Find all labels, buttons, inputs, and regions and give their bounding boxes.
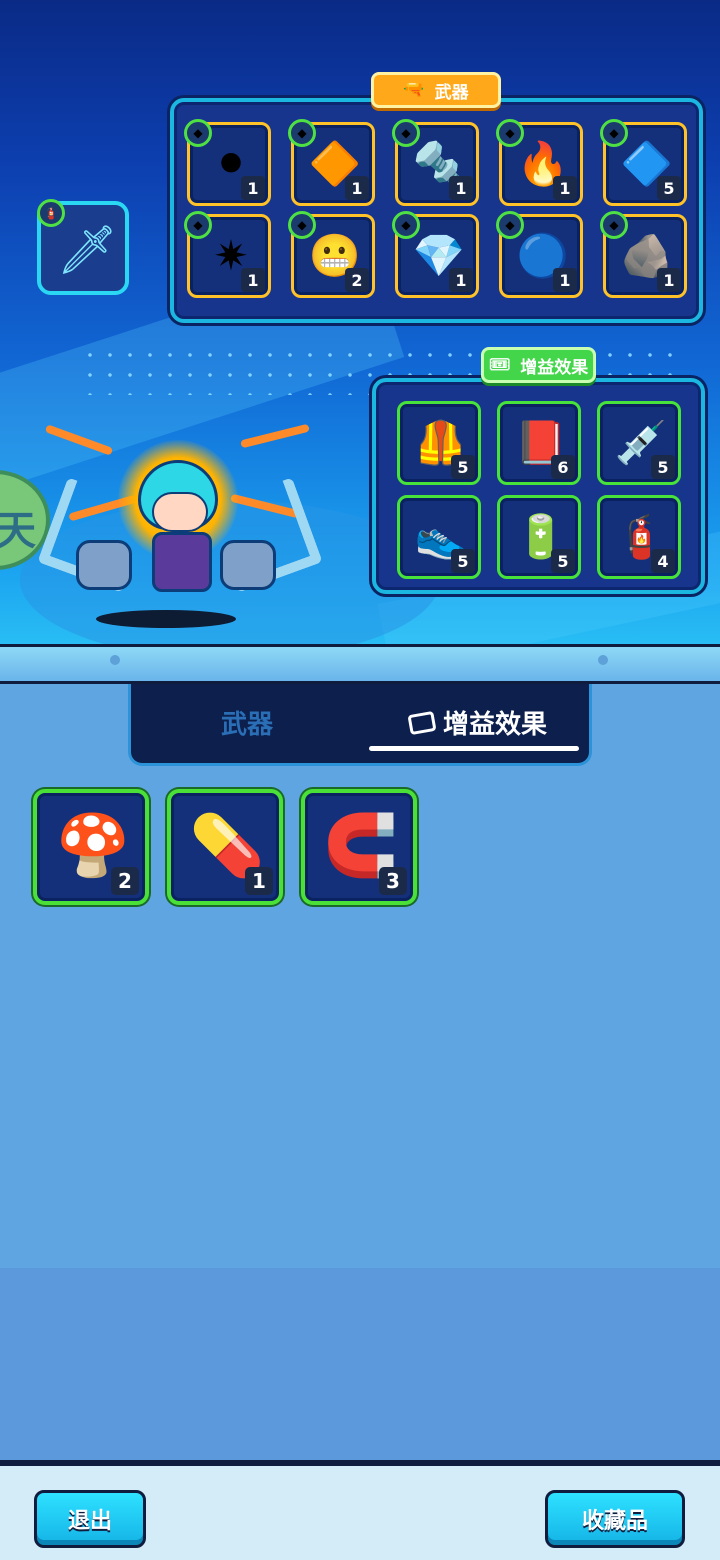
item-count: 5 (657, 176, 681, 200)
item-count: 1 (449, 176, 473, 200)
buff-panel-tag: 🎟 增益效果 (481, 347, 596, 383)
hero-shadow (96, 610, 236, 628)
item-count: 2 (111, 867, 139, 895)
item-count: 1 (245, 867, 273, 895)
buff-slot[interactable]: 🧯 4 (597, 495, 681, 579)
weapon-slot[interactable]: ◆ ✷ 1 (184, 211, 271, 298)
wing-spike (44, 424, 114, 456)
rivet (110, 655, 120, 665)
weapon-slot[interactable]: ◆ ⚫ 1 (184, 119, 271, 206)
buff-slot[interactable]: 💉 5 (597, 401, 681, 485)
item-count: 5 (651, 455, 675, 479)
item-count: 3 (379, 867, 407, 895)
item-count: 1 (553, 268, 577, 292)
weapon-slot[interactable]: ◆ 🔶 1 (288, 119, 375, 206)
weapon-panel-tag: 🔫 武器 (371, 72, 501, 108)
hero-face (152, 492, 208, 532)
item-count: 6 (551, 455, 575, 479)
weapon-slot[interactable]: ◆ 🔩 1 (392, 119, 479, 206)
buff-slot[interactable]: 🦺 5 (397, 401, 481, 485)
inventory-slot[interactable]: 💊 1 (167, 789, 283, 905)
weapon-slot[interactable]: ◆ 🔷 5 (600, 119, 687, 206)
kunai-icon: 🗡 (57, 222, 118, 278)
item-count: 1 (345, 176, 369, 200)
buff-slot[interactable]: 👟 5 (397, 495, 481, 579)
inventory-slot[interactable]: 🍄 2 (33, 789, 149, 905)
mech-fist-left (76, 540, 132, 590)
buff-slot[interactable]: 📕 6 (497, 401, 581, 485)
collection-button[interactable]: 收藏品 (545, 1490, 685, 1548)
panel-divider (0, 644, 720, 684)
active-tab-underline (369, 746, 579, 751)
gun-icon: 🔫 (403, 80, 425, 100)
buff-tag-label: 增益效果 (520, 357, 589, 378)
bottom-bar: 退出 收藏品 (0, 1460, 720, 1560)
weapon-slot[interactable]: ◆ 🪨 1 (600, 211, 687, 298)
item-count: 5 (451, 455, 475, 479)
weapon-slot[interactable]: ◆ 💎 1 (392, 211, 479, 298)
item-count: 1 (657, 268, 681, 292)
item-count: 1 (241, 176, 265, 200)
item-count: 1 (241, 268, 265, 292)
buff-slot[interactable]: 🔋 5 (497, 495, 581, 579)
weapon-slot[interactable]: ◆ 🔵 1 (496, 211, 583, 298)
equipped-weapon-slot[interactable]: 🧯 🗡 (37, 199, 129, 295)
category-tabs: 武器 增益效果 (128, 684, 592, 766)
item-count: 2 (345, 268, 369, 292)
ticket-icon: 🎟 (488, 355, 511, 375)
tab-weapons[interactable]: 武器 (221, 704, 273, 741)
rivet (598, 655, 608, 665)
weapon-slot[interactable]: ◆ 😬 2 (288, 211, 375, 298)
item-count: 4 (651, 549, 675, 573)
ticket-icon (407, 710, 437, 735)
weapon-slot[interactable]: ◆ 🔥 1 (496, 119, 583, 206)
item-count: 5 (451, 549, 475, 573)
hero-character (37, 420, 330, 640)
item-count: 5 (551, 549, 575, 573)
wing-spike (240, 423, 310, 449)
inventory-area-footer (0, 1268, 720, 1460)
tab-buffs-label: 增益效果 (443, 710, 548, 740)
mech-fist-right (220, 540, 276, 590)
hero-body (152, 532, 212, 592)
item-count: 1 (449, 268, 473, 292)
exit-button[interactable]: 退出 (34, 1490, 146, 1548)
weapon-tag-label: 武器 (434, 82, 469, 103)
tab-buffs[interactable]: 增益效果 (407, 704, 548, 741)
inventory-slot[interactable]: 🧲 3 (301, 789, 417, 905)
item-count: 1 (553, 176, 577, 200)
